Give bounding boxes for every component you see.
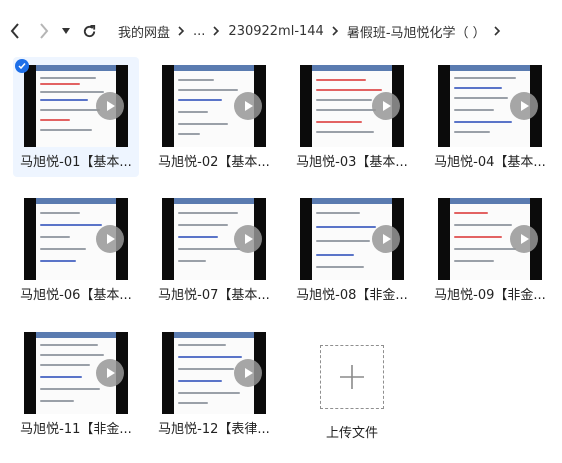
video-thumbnail (24, 65, 128, 147)
plus-icon (340, 365, 364, 389)
file-tile[interactable]: 马旭悦-04【基本... (427, 57, 553, 177)
play-icon (510, 225, 538, 253)
file-tile[interactable]: 马旭悦-12【表律... (151, 324, 277, 444)
file-tile[interactable]: 马旭悦-07【基本... (151, 190, 277, 310)
breadcrumb-separator-icon (332, 26, 339, 36)
file-tile[interactable]: 马旭悦-02【基本... (151, 57, 277, 177)
checkbox-checked-icon[interactable] (15, 59, 29, 73)
file-name: 马旭悦-01【基本... (20, 155, 132, 170)
file-name: 马旭悦-11【非金... (20, 422, 132, 437)
back-button[interactable] (4, 19, 26, 43)
chevron-left-icon (10, 23, 19, 39)
file-name: 马旭悦-07【基本... (158, 288, 270, 303)
video-thumbnail (162, 332, 266, 414)
chevron-right-icon (40, 23, 49, 39)
file-name: 马旭悦-08【非金... (296, 288, 408, 303)
file-tile[interactable]: 马旭悦-03【基本... (289, 57, 415, 177)
play-icon (510, 92, 538, 120)
video-thumbnail (24, 332, 128, 414)
play-icon (234, 225, 262, 253)
refresh-icon (83, 24, 95, 37)
upload-label: 上传文件 (325, 426, 378, 441)
refresh-button[interactable] (78, 19, 100, 43)
file-name: 马旭悦-02【基本... (158, 155, 270, 170)
play-icon (96, 225, 124, 253)
breadcrumb-separator-icon (213, 26, 220, 36)
file-tile[interactable]: 马旭悦-09【非金... (427, 190, 553, 310)
file-tile[interactable]: 马旭悦-06【基本... (13, 190, 139, 310)
breadcrumb-item-root[interactable]: 我的网盘 (118, 22, 170, 41)
file-tile[interactable]: 马旭悦-01【基本... (13, 57, 139, 177)
play-icon (234, 92, 262, 120)
play-icon (372, 225, 400, 253)
play-icon (96, 92, 124, 120)
caret-down-icon (62, 28, 70, 34)
breadcrumb-separator-icon (178, 26, 185, 36)
forward-button[interactable] (33, 19, 55, 43)
file-name: 马旭悦-09【非金... (434, 288, 546, 303)
video-thumbnail (162, 198, 266, 280)
video-thumbnail (438, 198, 542, 280)
file-name: 马旭悦-06【基本... (20, 288, 132, 303)
file-name: 马旭悦-03【基本... (296, 155, 408, 170)
file-tile[interactable]: 马旭悦-08【非金... (289, 190, 415, 310)
file-name: 马旭悦-12【表律... (158, 422, 270, 437)
file-name: 马旭悦-04【基本... (434, 155, 546, 170)
play-icon (96, 359, 124, 387)
upload-button[interactable] (320, 345, 384, 409)
breadcrumb-separator-icon (494, 26, 501, 36)
video-thumbnail (300, 65, 404, 147)
file-tile[interactable]: 马旭悦-11【非金... (13, 324, 139, 444)
video-thumbnail (438, 65, 542, 147)
history-dropdown-button[interactable] (57, 19, 75, 43)
video-thumbnail (24, 198, 128, 280)
play-icon (372, 92, 400, 120)
breadcrumb-item-ellipsis[interactable]: ... (193, 24, 205, 39)
breadcrumb: 我的网盘 ... 230922ml-144 暑假班-马旭悦化学（ ） (118, 19, 509, 43)
toolbar: 我的网盘 ... 230922ml-144 暑假班-马旭悦化学（ ） (0, 0, 562, 62)
video-thumbnail (300, 198, 404, 280)
breadcrumb-item-current[interactable]: 暑假班-马旭悦化学（ ） (347, 22, 486, 41)
breadcrumb-item-folder[interactable]: 230922ml-144 (228, 24, 323, 39)
video-thumbnail (162, 65, 266, 147)
play-icon (234, 359, 262, 387)
